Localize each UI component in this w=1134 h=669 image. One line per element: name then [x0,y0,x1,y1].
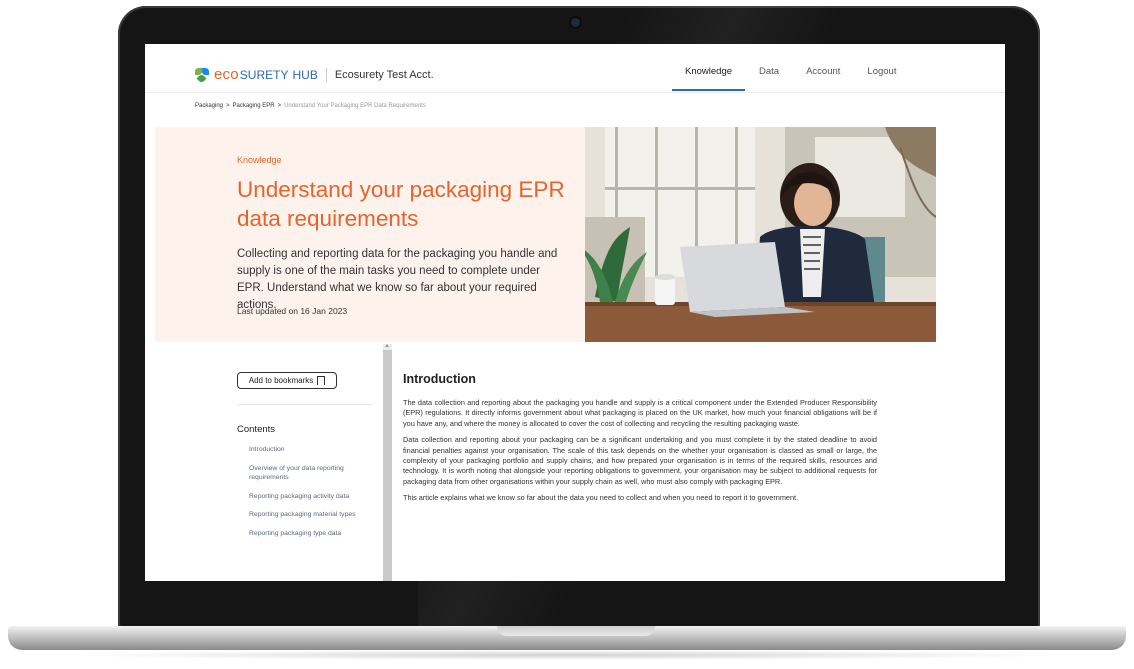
page-title: Understand your packaging EPR data requi… [237,177,565,231]
leaf-logo-icon [195,67,211,83]
toc-item-packaging-type-data[interactable]: Reporting packaging type data [249,529,369,539]
content-scrollbar[interactable] [383,344,392,581]
nav-link-logout[interactable]: Logout [867,66,896,77]
brand-surety-text: SURETY [239,67,289,82]
last-updated: Last updated on 16 Jan 2023 [237,306,348,316]
breadcrumb: Packaging > Packaging EPR > Understand Y… [195,103,426,109]
browser-viewport: eco SURETY HUB Ecosurety Test Acct. Know… [145,44,1005,581]
toc-item-activity-data[interactable]: Reporting packaging activity data [249,492,369,502]
bookmark-icon [317,376,326,385]
add-to-bookmarks-button[interactable]: Add to bookmarks [237,372,337,389]
hero-description: Collecting and reporting data for the pa… [237,248,558,311]
bookmark-button-label: Add to bookmarks [248,376,314,385]
breadcrumb-item-packaging[interactable]: Packaging [195,103,223,109]
toc-item-material-types[interactable]: Reporting packaging material types [249,510,369,520]
brand-hub-text: HUB [292,67,318,82]
scroll-up-arrow-icon[interactable] [385,344,389,347]
scrollbar-thumb[interactable] [383,350,392,581]
webcam [571,18,580,27]
nav-link-data[interactable]: Data [759,66,779,77]
article-paragraph: This article explains what we know so fa… [403,493,799,503]
breadcrumb-separator: > [277,103,282,109]
nav-link-account[interactable]: Account [806,66,840,77]
breadcrumb-current: Understand Your Packaging EPR Data Requi… [284,103,426,109]
contents-heading: Contents [237,424,276,435]
laptop-shadow [60,650,1074,660]
article-paragraph: The data collection and reporting about … [403,398,877,428]
account-name: Ecosurety Test Acct. [334,68,434,81]
brand-logo[interactable]: eco SURETY HUB Ecosurety Test Acct. [195,66,434,83]
sidebar-divider [237,404,372,405]
toc-item-introduction[interactable]: Introduction [249,445,369,455]
laptop-notch [497,626,655,636]
toc-item-overview[interactable]: Overview of your data reporting requirem… [249,464,369,483]
brand-divider [325,67,327,82]
hero-image-woman-laptop [585,127,936,342]
hero-kicker: Knowledge [237,155,282,165]
breadcrumb-separator: > [226,103,230,109]
article-heading: Introduction [403,372,476,386]
article-body: Introduction The data collection and rep… [403,372,877,510]
nav-links: Knowledge Data Account Logout [671,66,923,91]
hero-photo-illustration [585,127,936,342]
nav-link-knowledge[interactable]: Knowledge [671,66,746,91]
article-paragraph: Data collection and reporting about your… [403,435,877,486]
table-of-contents: Introduction Overview of your data repor… [249,445,369,547]
brand-eco-text: eco [214,66,239,83]
breadcrumb-item-packaging-epr[interactable]: Packaging EPR [233,103,275,109]
top-navigation: eco SURETY HUB Ecosurety Test Acct. Know… [145,44,1005,93]
